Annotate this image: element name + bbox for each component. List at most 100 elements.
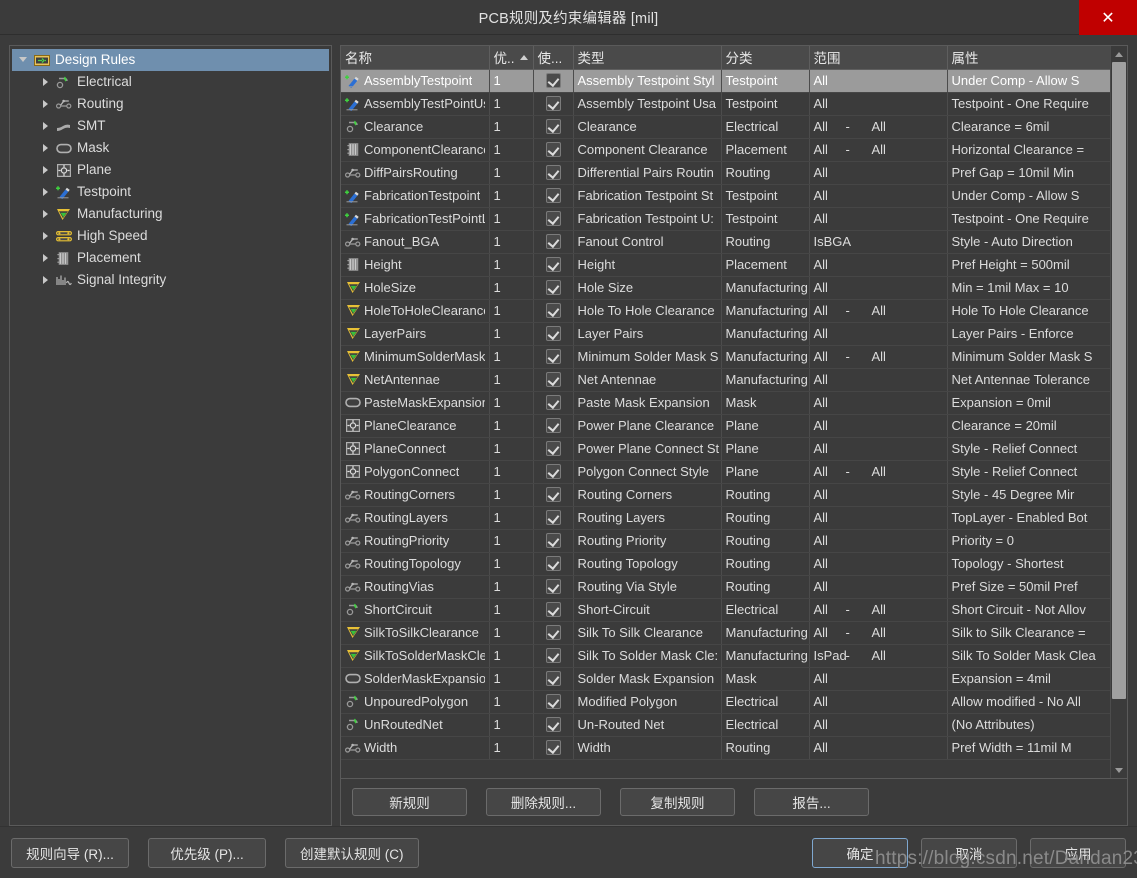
- cell-priority[interactable]: 1: [489, 345, 534, 369]
- cell-attributes[interactable]: Pref Size = 50mil Pref: [947, 575, 1110, 599]
- cell-enabled[interactable]: [533, 322, 574, 346]
- cell-enabled[interactable]: [533, 115, 574, 139]
- enabled-checkbox[interactable]: [545, 533, 561, 548]
- cell-priority[interactable]: 1: [489, 138, 534, 162]
- table-row[interactable]: PasteMaskExpansion 1 Paste Mask Expansion M…: [341, 391, 1110, 415]
- cell-name[interactable]: SilkToSilkClearance: [341, 621, 490, 645]
- table-row[interactable]: PlaneClearance 1 Power Plane Clearance Plan…: [341, 414, 1110, 438]
- cell-type[interactable]: Solder Mask Expansion: [573, 667, 722, 691]
- chevron-right-icon[interactable]: [40, 186, 52, 198]
- cell-priority[interactable]: 1: [489, 253, 534, 277]
- table-row[interactable]: MinimumSolderMask 1 Minimum Solder Mask S M…: [341, 345, 1110, 369]
- cell-scope[interactable]: IsBGA: [809, 230, 948, 254]
- cell-attributes[interactable]: (No Attributes): [947, 713, 1110, 737]
- cell-scope[interactable]: All: [809, 713, 948, 737]
- table-row[interactable]: LayerPairs 1 Layer Pairs Manufacturing All La…: [341, 322, 1110, 346]
- cell-priority[interactable]: 1: [489, 322, 534, 346]
- column-header-category[interactable]: 分类: [721, 46, 810, 70]
- cell-type[interactable]: Routing Via Style: [573, 575, 722, 599]
- cell-category[interactable]: Electrical: [721, 598, 810, 622]
- cell-enabled[interactable]: [533, 92, 574, 116]
- cell-attributes[interactable]: Style - Relief Connect: [947, 437, 1110, 461]
- cell-category[interactable]: Routing: [721, 575, 810, 599]
- cell-category[interactable]: Testpoint: [721, 92, 810, 116]
- cell-name[interactable]: LayerPairs: [341, 322, 490, 346]
- enabled-checkbox[interactable]: [545, 556, 561, 571]
- enabled-checkbox[interactable]: [545, 372, 561, 387]
- table-row[interactable]: ComponentClearance 1 Component Clearance Pl…: [341, 138, 1110, 162]
- cell-priority[interactable]: 1: [489, 299, 534, 323]
- enabled-checkbox[interactable]: [545, 579, 561, 594]
- table-row[interactable]: Clearance 1 Clearance Electrical All - All Clea…: [341, 115, 1110, 139]
- table-row[interactable]: ShortCircuit 1 Short-Circuit Electrical All -…: [341, 598, 1110, 622]
- cell-priority[interactable]: 1: [489, 483, 534, 507]
- chevron-right-icon[interactable]: [40, 142, 52, 154]
- cell-name[interactable]: ShortCircuit: [341, 598, 490, 622]
- cell-category[interactable]: Mask: [721, 391, 810, 415]
- enabled-checkbox[interactable]: [545, 234, 561, 249]
- cell-priority[interactable]: 1: [489, 437, 534, 461]
- cell-priority[interactable]: 1: [489, 667, 534, 691]
- cell-priority[interactable]: 1: [489, 713, 534, 737]
- report-button[interactable]: 报告...: [754, 788, 869, 816]
- cell-attributes[interactable]: Style - 45 Degree Mir: [947, 483, 1110, 507]
- cell-scope[interactable]: All: [809, 69, 948, 93]
- sidebar-item-placement[interactable]: Placement: [12, 247, 329, 269]
- cell-category[interactable]: Routing: [721, 506, 810, 530]
- cell-category[interactable]: Routing: [721, 483, 810, 507]
- cell-attributes[interactable]: Style - Relief Connect: [947, 460, 1110, 484]
- cell-priority[interactable]: 1: [489, 414, 534, 438]
- cell-type[interactable]: Routing Topology: [573, 552, 722, 576]
- duplicate-rule-button[interactable]: 复制规则: [620, 788, 735, 816]
- cell-attributes[interactable]: TopLayer - Enabled Bot: [947, 506, 1110, 530]
- cell-enabled[interactable]: [533, 460, 574, 484]
- cell-name[interactable]: FabricationTestpoint: [341, 184, 490, 208]
- cell-enabled[interactable]: [533, 644, 574, 668]
- cell-attributes[interactable]: Expansion = 0mil: [947, 391, 1110, 415]
- cell-priority[interactable]: 1: [489, 161, 534, 185]
- vertical-scrollbar[interactable]: [1110, 46, 1127, 778]
- table-row[interactable]: RoutingTopology 1 Routing Topology Routing A…: [341, 552, 1110, 576]
- cell-enabled[interactable]: [533, 161, 574, 185]
- column-header-attributes[interactable]: 属性: [947, 46, 1110, 70]
- cell-scope[interactable]: All: [809, 368, 948, 392]
- cell-scope[interactable]: All: [809, 161, 948, 185]
- cell-name[interactable]: HoleToHoleClearance: [341, 299, 490, 323]
- cell-type[interactable]: Paste Mask Expansion: [573, 391, 722, 415]
- cell-type[interactable]: Assembly Testpoint Usa: [573, 92, 722, 116]
- cell-attributes[interactable]: Net Antennae Tolerance: [947, 368, 1110, 392]
- table-row[interactable]: Fanout_BGA 1 Fanout Control Routing IsBGA Sty…: [341, 230, 1110, 254]
- cell-enabled[interactable]: [533, 667, 574, 691]
- cell-enabled[interactable]: [533, 506, 574, 530]
- cell-priority[interactable]: 1: [489, 92, 534, 116]
- cell-attributes[interactable]: Silk To Solder Mask Clea: [947, 644, 1110, 668]
- cell-attributes[interactable]: Pref Gap = 10mil Min: [947, 161, 1110, 185]
- cell-attributes[interactable]: Testpoint - One Require: [947, 207, 1110, 231]
- scroll-up-arrow-icon[interactable]: [1111, 46, 1127, 62]
- table-row[interactable]: SilkToSolderMaskClea 1 Silk To Solder Mask…: [341, 644, 1110, 668]
- enabled-checkbox[interactable]: [545, 303, 561, 318]
- sidebar-item-testpoint[interactable]: Testpoint: [12, 181, 329, 203]
- cell-type[interactable]: Routing Layers: [573, 506, 722, 530]
- sidebar-item-high-speed[interactable]: High Speed: [12, 225, 329, 247]
- cell-scope[interactable]: All - All: [809, 460, 948, 484]
- cell-category[interactable]: Manufacturing: [721, 322, 810, 346]
- rule-wizard-button[interactable]: 规则向导 (R)...: [11, 837, 129, 868]
- cell-category[interactable]: Electrical: [721, 690, 810, 714]
- cell-priority[interactable]: 1: [489, 230, 534, 254]
- table-row[interactable]: SolderMaskExpansion 1 Solder Mask Expansio…: [341, 667, 1110, 691]
- chevron-down-icon[interactable]: [18, 54, 30, 66]
- cell-priority[interactable]: 1: [489, 368, 534, 392]
- close-icon[interactable]: ✕: [1079, 0, 1137, 35]
- enabled-checkbox[interactable]: [545, 602, 561, 617]
- cell-enabled[interactable]: [533, 368, 574, 392]
- cell-priority[interactable]: 1: [489, 391, 534, 415]
- cell-scope[interactable]: All: [809, 414, 948, 438]
- sidebar-item-electrical[interactable]: Electrical: [12, 71, 329, 93]
- cell-category[interactable]: Manufacturing: [721, 368, 810, 392]
- cell-name[interactable]: UnRoutedNet: [341, 713, 490, 737]
- cell-type[interactable]: Un-Routed Net: [573, 713, 722, 737]
- cell-name[interactable]: MinimumSolderMask: [341, 345, 490, 369]
- enabled-checkbox[interactable]: [545, 441, 561, 456]
- table-row[interactable]: RoutingVias 1 Routing Via Style Routing All P…: [341, 575, 1110, 599]
